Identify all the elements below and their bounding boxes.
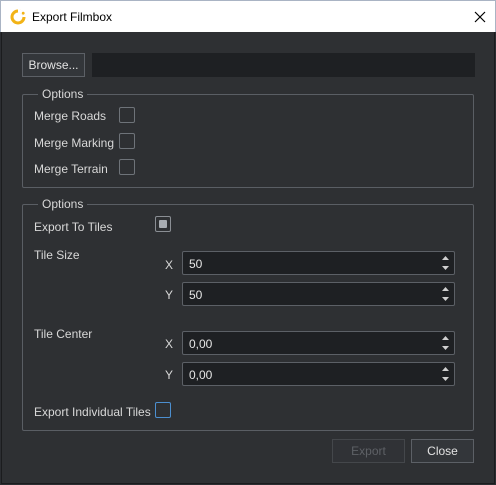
tile-size-x-label: X	[165, 258, 174, 272]
tile-center-y-value: 0,00	[189, 368, 213, 382]
close-button[interactable]: Close	[411, 439, 474, 463]
tile-center-y-label: Y	[165, 368, 174, 382]
close-icon[interactable]	[467, 6, 493, 28]
tile-center-x-spinbox[interactable]: 0,00	[182, 331, 455, 355]
spin-down-icon[interactable]	[441, 295, 450, 303]
merge-marking-label: Merge Marking	[34, 136, 115, 150]
spin-up-icon[interactable]	[441, 254, 450, 262]
path-field[interactable]	[92, 53, 475, 77]
tile-size-y-value: 50	[189, 288, 203, 302]
tile-center-y-spinbox[interactable]: 0,00	[182, 362, 455, 386]
merge-marking-checkbox[interactable]	[119, 133, 135, 149]
spin-down-icon[interactable]	[441, 344, 450, 352]
export-to-tiles-checkbox[interactable]	[155, 216, 171, 232]
merge-options-title: Options	[38, 87, 88, 101]
title-bar[interactable]: Export Filmbox	[0, 0, 496, 32]
tile-size-label: Tile Size	[34, 248, 80, 262]
merge-roads-checkbox[interactable]	[119, 107, 135, 123]
tile-size-x-spinbox[interactable]: 50	[182, 251, 455, 275]
tile-center-x-value: 0,00	[189, 337, 213, 351]
merge-terrain-checkbox[interactable]	[119, 159, 135, 175]
export-individual-checkbox[interactable]	[155, 402, 171, 418]
tile-size-x-value: 50	[189, 257, 203, 271]
tile-center-label: Tile Center	[34, 327, 93, 341]
spin-up-icon[interactable]	[441, 334, 450, 342]
tile-size-y-label: Y	[165, 288, 174, 302]
filmbox-logo-icon	[10, 9, 26, 25]
merge-terrain-label: Merge Terrain	[34, 162, 108, 176]
spin-down-icon[interactable]	[441, 375, 450, 383]
tile-center-x-label: X	[165, 337, 174, 351]
tile-options-group: Options	[22, 197, 474, 431]
spin-down-icon[interactable]	[441, 264, 450, 272]
spin-up-icon[interactable]	[441, 365, 450, 373]
export-to-tiles-label: Export To Tiles	[34, 220, 113, 234]
export-button[interactable]: Export	[332, 439, 405, 463]
tile-options-title: Options	[38, 197, 88, 211]
window-title: Export Filmbox	[32, 10, 113, 24]
merge-roads-label: Merge Roads	[34, 109, 107, 123]
export-individual-label: Export Individual Tiles	[34, 405, 151, 419]
spin-up-icon[interactable]	[441, 285, 450, 293]
tile-size-y-spinbox[interactable]: 50	[182, 282, 455, 306]
browse-button[interactable]: Browse...	[22, 53, 85, 77]
